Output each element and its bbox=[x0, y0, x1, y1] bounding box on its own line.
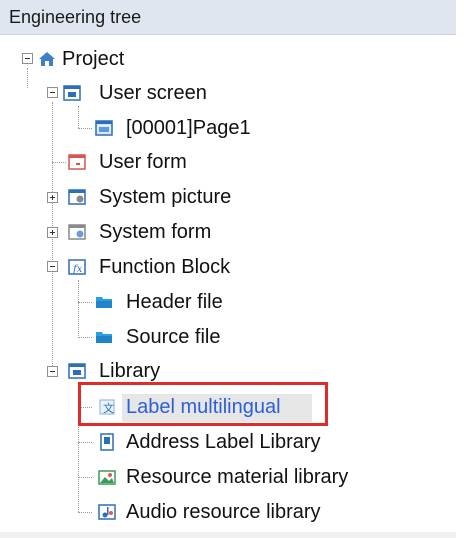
tree-connector bbox=[78, 280, 79, 338]
tree-item-page1[interactable]: [00001]Page1 bbox=[126, 116, 251, 140]
expand-toggle-system-picture[interactable] bbox=[47, 192, 58, 203]
tree-item-function-block[interactable]: Function Block bbox=[99, 255, 230, 279]
address-label-icon bbox=[98, 433, 116, 451]
tree-item-address-label-library[interactable]: Address Label Library bbox=[126, 430, 321, 454]
folder-icon bbox=[95, 293, 113, 311]
engineering-tree: Project User screen [00001]Page1 User fo… bbox=[0, 0, 464, 538]
collapse-toggle-user-screen[interactable] bbox=[47, 87, 58, 98]
tree-item-system-picture[interactable]: System picture bbox=[99, 185, 231, 209]
tree-item-audio-resource-library[interactable]: Audio resource library bbox=[126, 500, 321, 524]
tree-item-user-form[interactable]: User form bbox=[99, 150, 187, 174]
page-icon bbox=[95, 119, 113, 137]
collapse-toggle-library[interactable] bbox=[47, 366, 58, 377]
svg-text:fx: fx bbox=[72, 264, 83, 275]
resource-material-icon bbox=[98, 468, 116, 486]
form-icon bbox=[68, 153, 86, 171]
collapse-toggle-function-block[interactable] bbox=[47, 261, 58, 272]
tree-connector bbox=[78, 337, 92, 338]
tree-item-library[interactable]: Library bbox=[99, 359, 160, 383]
tree-connector bbox=[78, 512, 92, 513]
engineering-tree-panel: Engineering tree Project User screen [00… bbox=[0, 0, 464, 538]
window-icon bbox=[63, 84, 81, 102]
highlight-box bbox=[78, 382, 328, 426]
tree-connector bbox=[78, 442, 92, 443]
tree-connector bbox=[27, 68, 28, 88]
tree-item-header-file[interactable]: Header file bbox=[126, 290, 223, 314]
tree-connector bbox=[78, 106, 79, 128]
tree-item-resource-material-library[interactable]: Resource material library bbox=[126, 465, 348, 489]
audio-resource-icon bbox=[98, 503, 116, 521]
folder-icon bbox=[95, 328, 113, 346]
home-icon bbox=[38, 50, 56, 68]
system-form-icon bbox=[68, 223, 86, 241]
tree-item-system-form[interactable]: System form bbox=[99, 220, 211, 244]
panel-bottom-edge bbox=[0, 532, 456, 538]
tree-item-source-file[interactable]: Source file bbox=[126, 325, 221, 349]
function-block-icon: fx bbox=[68, 258, 86, 276]
tree-item-project[interactable]: Project bbox=[62, 47, 124, 71]
system-picture-icon bbox=[68, 188, 86, 206]
library-icon bbox=[68, 362, 86, 380]
tree-connector bbox=[78, 128, 92, 129]
tree-connector bbox=[78, 302, 92, 303]
collapse-toggle-project[interactable] bbox=[22, 53, 33, 64]
expand-toggle-system-form[interactable] bbox=[47, 227, 58, 238]
panel-right-edge bbox=[456, 0, 464, 538]
tree-connector bbox=[52, 162, 66, 163]
tree-connector bbox=[78, 477, 92, 478]
tree-item-user-screen[interactable]: User screen bbox=[99, 81, 207, 105]
